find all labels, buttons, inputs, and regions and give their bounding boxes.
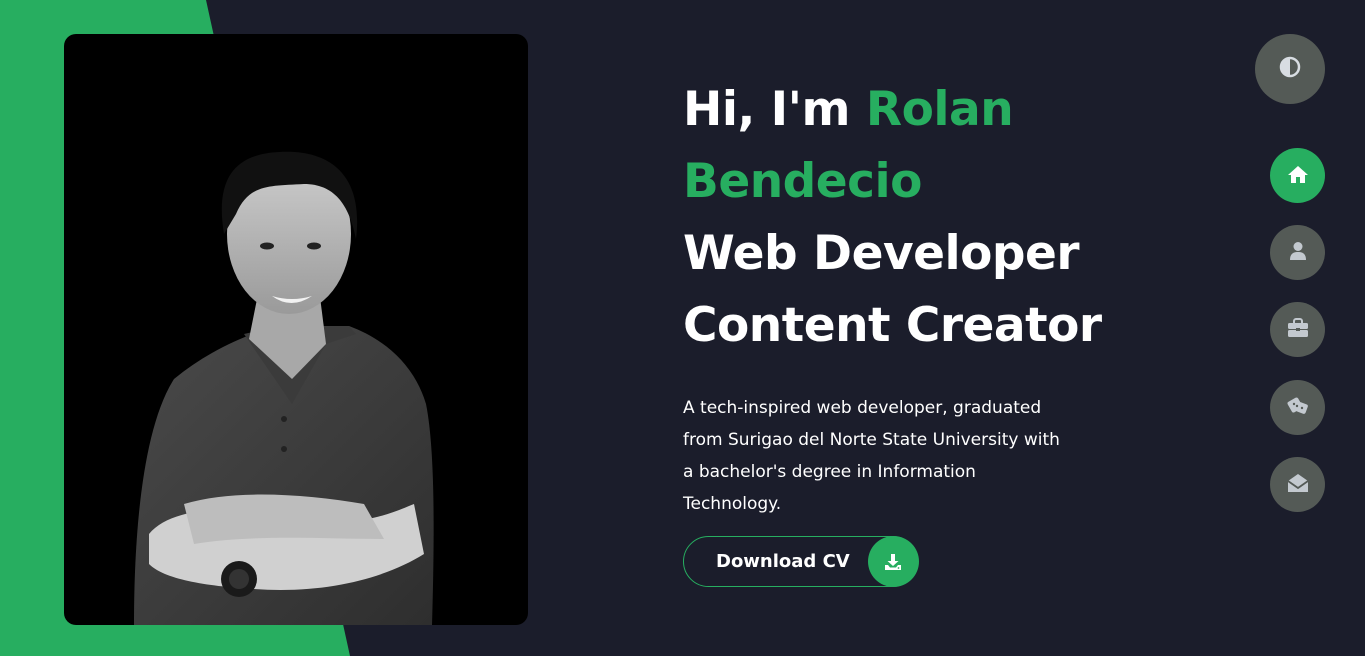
nav-item-contact[interactable]	[1270, 457, 1325, 512]
nav-item-about[interactable]	[1270, 225, 1325, 280]
briefcase-icon	[1287, 317, 1309, 342]
nav-item-home[interactable]	[1270, 148, 1325, 203]
role-web-developer: Web Developer	[683, 226, 1080, 281]
home-page: Hi, I'm Rolan Bendecio Web Developer Con…	[0, 0, 1365, 656]
envelope-open-icon	[1286, 473, 1309, 497]
nav-item-portfolio[interactable]	[1270, 302, 1325, 357]
download-cv-label: Download CV	[716, 551, 850, 572]
profile-photo	[64, 34, 528, 625]
name-last: Bendecio	[683, 154, 922, 209]
theme-toggle-button[interactable]	[1255, 34, 1325, 104]
download-icon	[867, 536, 919, 587]
nav-item-blog[interactable]	[1270, 380, 1325, 435]
greeting: Hi, I'm	[683, 82, 851, 137]
download-cv-button[interactable]: Download CV	[683, 536, 919, 587]
role-content-creator: Content Creator	[683, 298, 1102, 353]
name-first: Rolan	[865, 82, 1014, 137]
hero-intro: Hi, I'm Rolan Bendecio Web Developer Con…	[683, 74, 1103, 520]
blog-icon	[1286, 395, 1310, 421]
user-icon	[1289, 241, 1307, 265]
hero-headline: Hi, I'm Rolan Bendecio Web Developer Con…	[683, 74, 1103, 362]
bio-text: A tech-inspired web developer, graduated…	[683, 398, 1060, 514]
home-icon	[1287, 164, 1309, 188]
contrast-icon	[1279, 56, 1301, 82]
